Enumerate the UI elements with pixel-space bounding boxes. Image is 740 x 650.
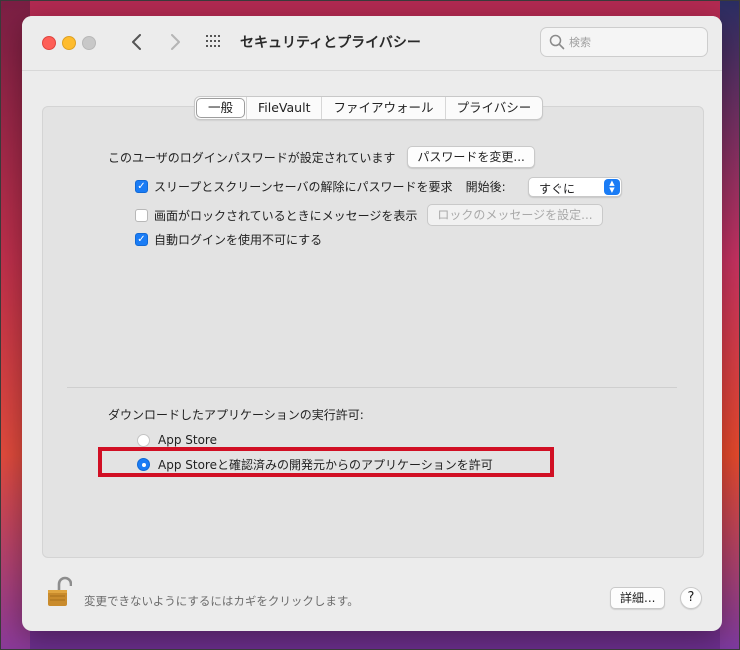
screenshot-border — [0, 0, 740, 650]
